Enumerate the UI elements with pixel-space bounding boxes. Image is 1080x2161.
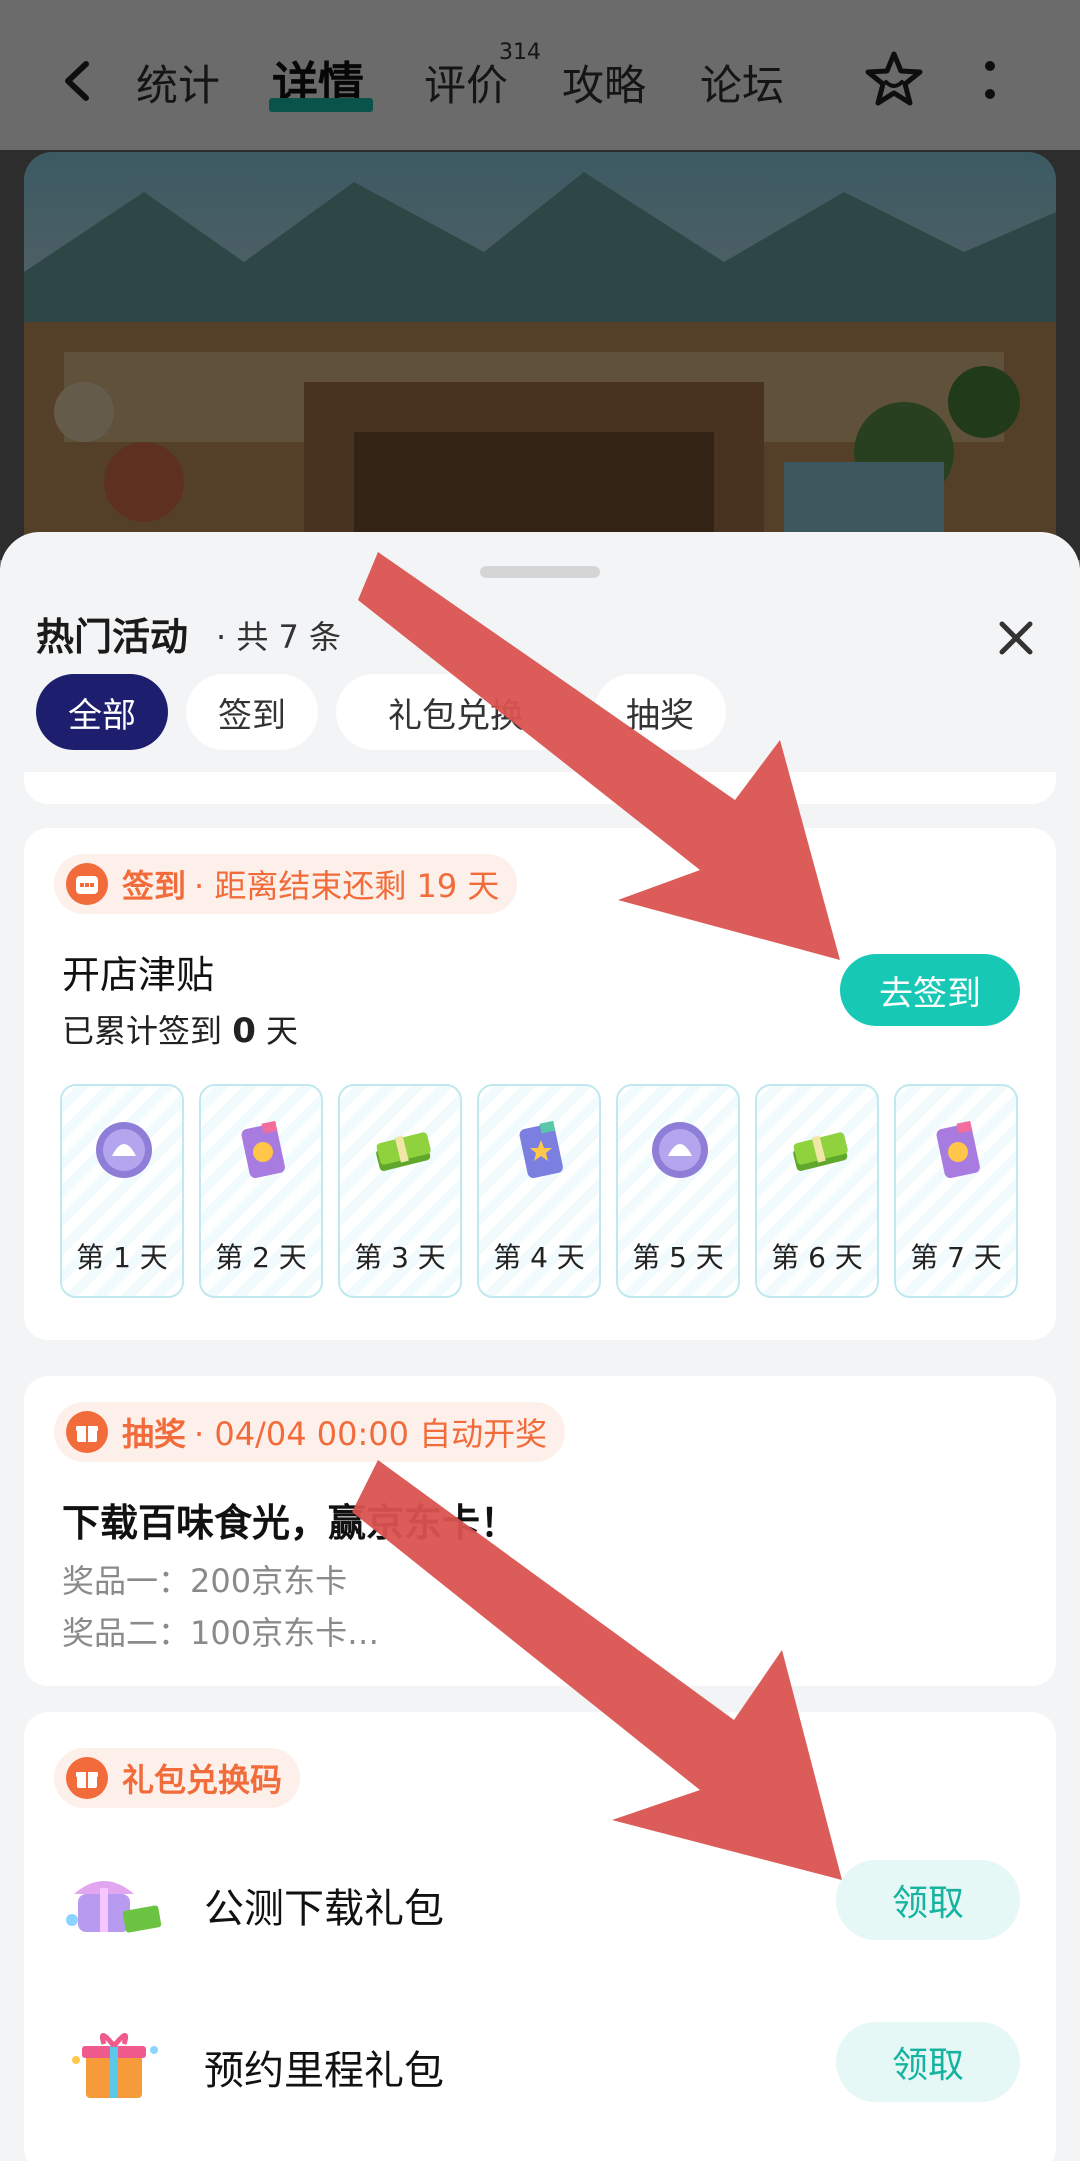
gift-icon [66, 1757, 108, 1799]
shell-coin-icon [96, 1122, 152, 1178]
claim-download-gift-button[interactable]: 领取 [836, 1860, 1020, 1940]
sheet-header: 热门活动 · 共 7 条 全部 签到 礼包兑换 抽奖 [0, 532, 1080, 794]
day-card-7[interactable]: 第 7 天 [894, 1084, 1018, 1298]
day-label: 第 6 天 [771, 1241, 863, 1274]
day-card-4[interactable]: 第 4 天 [477, 1084, 601, 1298]
gift-box-icon [66, 1881, 162, 1933]
filter-gift-code[interactable]: 礼包兑换 [336, 674, 576, 750]
checkin-tag: 签到 · 距离结束还剩 19 天 [54, 854, 518, 914]
go-checkin-button[interactable]: 去签到 [840, 954, 1020, 1026]
gift-name: 公测下载礼包 [204, 1886, 444, 1932]
gift-name: 预约里程礼包 [204, 2048, 444, 2094]
day-label: 第 2 天 [215, 1241, 307, 1274]
lottery-tag-label: 抽奖 [122, 1415, 187, 1453]
gift-icon [66, 1411, 108, 1453]
checkin-progress: 已累计签到 0 天 [62, 1011, 299, 1051]
dim-overlay [0, 0, 1080, 560]
day-card-2[interactable]: 第 2 天 [199, 1084, 323, 1298]
lottery-card[interactable]: 抽奖 · 04/04 00:00 自动开奖 下载百味食光，赢京东卡！ 奖品一：2… [24, 1376, 1056, 1686]
lottery-draw-time: · 04/04 00:00 自动开奖 [194, 1415, 548, 1453]
filter-all[interactable]: 全部 [36, 674, 168, 750]
calendar-icon [66, 863, 108, 905]
star-pack-icon [519, 1120, 563, 1179]
gift-row-reservation: 预约里程礼包 领取 [24, 2002, 1056, 2122]
day-card-5[interactable]: 第 5 天 [616, 1084, 740, 1298]
checkin-card: 签到 · 距离结束还剩 19 天 开店津贴 已累计签到 0 天 去签到 第 1 … [24, 828, 1056, 1340]
treat-pack-icon [936, 1120, 980, 1179]
drag-handle[interactable] [480, 566, 600, 578]
gift-code-tag-label: 礼包兑换码 [122, 1761, 283, 1799]
checkin-days: 第 1 天 第 2 天 第 3 天 第 4 天 第 5 天 第 6 天 第 7 … [60, 1084, 1020, 1300]
activity-count: · 共 7 条 [216, 618, 342, 656]
checkin-countdown: · 距离结束还剩 19 天 [194, 867, 500, 905]
lottery-title: 下载百味食光，赢京东卡！ [62, 1501, 519, 1545]
day-card-1[interactable]: 第 1 天 [60, 1084, 184, 1298]
day-card-6[interactable]: 第 6 天 [755, 1084, 879, 1298]
cash-stack-icon [376, 1132, 431, 1171]
gift-row-download: 公测下载礼包 领取 [24, 1840, 1056, 1960]
day-label: 第 4 天 [493, 1241, 585, 1274]
lottery-prize-1: 奖品一：200京东卡 [62, 1562, 348, 1600]
filter-lottery[interactable]: 抽奖 [594, 674, 726, 750]
previous-card-edge [24, 772, 1056, 804]
gift-code-card: 礼包兑换码 公测下载礼包 领取 预约里程礼包 领取 [24, 1712, 1056, 2161]
day-label: 第 7 天 [910, 1241, 1002, 1274]
shell-coin-icon [652, 1122, 708, 1178]
gift-code-tag: 礼包兑换码 [54, 1748, 301, 1808]
lottery-tag: 抽奖 · 04/04 00:00 自动开奖 [54, 1402, 566, 1462]
filter-checkin[interactable]: 签到 [186, 674, 318, 750]
day-label: 第 5 天 [632, 1241, 724, 1274]
checkin-title: 开店津贴 [62, 953, 215, 997]
cash-stack-icon [793, 1132, 848, 1171]
sheet-title: 热门活动 [36, 615, 189, 659]
checkin-tag-label: 签到 [122, 867, 187, 905]
day-card-3[interactable]: 第 3 天 [338, 1084, 462, 1298]
claim-reservation-gift-button[interactable]: 领取 [836, 2022, 1020, 2102]
close-icon[interactable] [996, 618, 1036, 658]
day-label: 第 1 天 [76, 1241, 168, 1274]
activities-sheet: 热门活动 · 共 7 条 全部 签到 礼包兑换 抽奖 签到 · 距离结束还剩 1… [0, 532, 1080, 2161]
gift-box-icon [72, 2033, 158, 2098]
lottery-prize-2: 奖品二：100京东卡… [62, 1614, 380, 1652]
day-label: 第 3 天 [354, 1241, 446, 1274]
treat-pack-icon [241, 1120, 285, 1179]
